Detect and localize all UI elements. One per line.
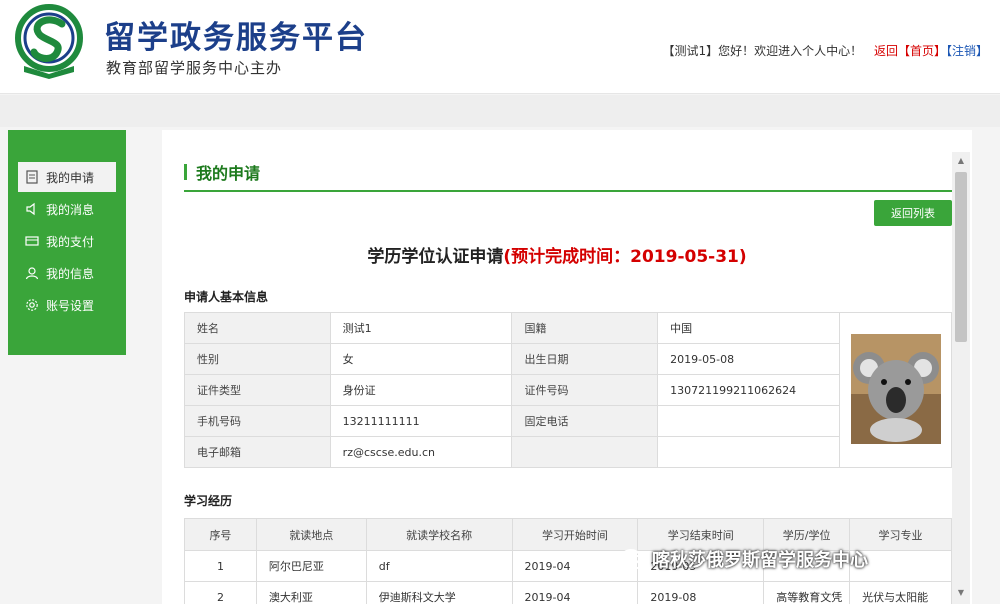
sidebar-item-label: 账号设置: [46, 298, 95, 313]
email-label: 电子邮箱: [184, 436, 331, 468]
watermark: 喀秋莎俄罗斯留学服务中心: [620, 546, 868, 572]
page-header: 留学政务服务平台 教育部留学服务中心主办 【测试1】您好！欢迎进入个人中心！ 返…: [0, 0, 1000, 94]
basic-info-table: 姓名 测试1 国籍 中国 性别 女 出生日期 2019-05-08 证件类型 身…: [184, 312, 952, 468]
sidebar-item-my-applications[interactable]: 我的申请: [18, 162, 116, 192]
back-link[interactable]: 返回: [874, 44, 898, 58]
table-row: 手机号码 13211111111 固定电话: [184, 405, 952, 437]
speaker-icon: [24, 201, 40, 217]
document-icon: [24, 169, 40, 185]
nationality-value: 中国: [657, 312, 841, 344]
logout-link[interactable]: 【注销】: [946, 44, 988, 58]
scroll-down-icon[interactable]: ▼: [956, 588, 966, 598]
column-header: 学习开始时间: [511, 518, 639, 551]
sidebar-item-label: 我的消息: [46, 202, 95, 217]
table-row: 姓名 测试1 国籍 中国: [184, 312, 952, 468]
main-panel: 我的申请 返回列表 学历学位认证申请(预计完成时间：2019-05-31) 申请…: [162, 130, 972, 604]
site-title: 留学政务服务平台: [104, 20, 368, 56]
sidebar-item-label: 我的支付: [46, 234, 95, 249]
table-cell: 伊迪斯科文大学: [365, 581, 513, 604]
koala-photo-icon: [850, 333, 941, 444]
sidebar-item-account-settings[interactable]: 账号设置: [18, 290, 116, 320]
top-links: 【测试1】您好！欢迎进入个人中心！ 返回【首页】【注销】: [662, 42, 988, 59]
gear-icon: [24, 297, 40, 313]
table-cell: 2019-04: [511, 581, 639, 604]
id-type-value: 身份证: [329, 374, 513, 406]
table-cell: 2: [184, 581, 257, 604]
mobile-value: 13211111111: [329, 405, 513, 437]
column-header: 就读学校名称: [365, 518, 513, 551]
user-icon: [24, 265, 40, 281]
back-to-list-button[interactable]: 返回列表: [874, 200, 952, 226]
sidebar-item-my-messages[interactable]: 我的消息: [18, 194, 116, 224]
card-icon: [24, 233, 40, 249]
id-number-label: 证件号码: [511, 374, 659, 406]
id-number-value: 130721199211062624: [657, 374, 841, 406]
column-header: 序号: [184, 518, 257, 551]
watermark-text: 喀秋莎俄罗斯留学服务中心: [652, 550, 868, 571]
form-title: 学历学位认证申请(预计完成时间：2019-05-31): [162, 242, 952, 267]
deadline-text: (预计完成时间：2019-05-31): [503, 247, 747, 267]
vertical-scrollbar[interactable]: ▲ ▼: [952, 152, 970, 604]
empty-cell: [657, 436, 841, 468]
scroll-thumb[interactable]: [955, 172, 967, 342]
table-row: 电子邮箱 rz@cscse.edu.cn: [184, 436, 952, 468]
column-header: 就读地点: [255, 518, 367, 551]
header-band: [0, 95, 1000, 127]
basic-info-heading: 申请人基本信息: [184, 290, 269, 304]
table-cell: 光伏与太阳能: [849, 581, 952, 604]
sidebar: 我的申请 我的消息 我的支付 我的信息 账号设置: [8, 130, 126, 355]
table-cell: 2019-04: [511, 550, 639, 582]
gender-label: 性别: [184, 343, 331, 375]
birth-date-value: 2019-05-08: [657, 343, 841, 375]
table-cell: 2019-08: [637, 581, 765, 604]
site-subtitle: 教育部留学服务中心主办: [106, 59, 283, 77]
table-cell: df: [365, 550, 513, 582]
mobile-label: 手机号码: [184, 405, 331, 437]
section-header: 我的申请: [184, 156, 952, 192]
greeting-text: 您好！欢迎进入个人中心！: [718, 44, 863, 58]
sidebar-item-label: 我的信息: [46, 266, 95, 281]
gender-value: 女: [329, 343, 513, 375]
wechat-icon: [621, 549, 647, 569]
sidebar-item-my-info[interactable]: 我的信息: [18, 258, 116, 288]
table-row: 性别 女 出生日期 2019-05-08: [184, 343, 952, 375]
table-row: 证件类型 身份证 证件号码 130721199211062624: [184, 374, 952, 406]
landline-label: 固定电话: [511, 405, 659, 437]
email-value: rz@cscse.edu.cn: [329, 436, 513, 468]
form-title-text: 学历学位认证申请: [367, 247, 504, 267]
home-link[interactable]: 【首页】: [898, 44, 946, 58]
table-cell: 高等教育文凭: [763, 581, 851, 604]
sidebar-item-my-payments[interactable]: 我的支付: [18, 226, 116, 256]
cscse-logo-icon: [15, 4, 83, 79]
table-cell: 阿尔巴尼亚: [255, 550, 367, 582]
table-cell: 1: [184, 550, 257, 582]
nationality-label: 国籍: [511, 312, 659, 344]
id-type-label: 证件类型: [184, 374, 331, 406]
scroll-up-icon[interactable]: ▲: [956, 156, 966, 166]
birth-date-label: 出生日期: [511, 343, 659, 375]
section-title: 我的申请: [196, 164, 261, 183]
greeting-user: 【测试1】: [662, 44, 719, 58]
table-cell: 澳大利亚: [255, 581, 367, 604]
table-row: 2 澳大利亚 伊迪斯科文大学 2019-04 2019-08 高等教育文凭 光伏…: [184, 581, 952, 604]
applicant-photo: [839, 312, 952, 468]
sidebar-item-label: 我的申请: [46, 170, 95, 185]
landline-value: [657, 405, 841, 437]
name-label: 姓名: [184, 312, 331, 344]
name-value: 测试1: [329, 312, 513, 344]
education-heading: 学习经历: [184, 494, 233, 508]
empty-cell: [511, 436, 659, 468]
